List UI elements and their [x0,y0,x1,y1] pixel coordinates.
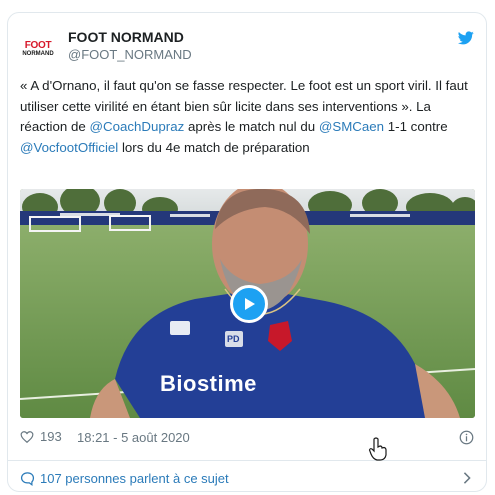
like-count: 193 [40,429,62,444]
like-button[interactable]: 193 [20,429,62,444]
twitter-bird-icon[interactable] [458,31,474,45]
heart-icon [20,430,34,443]
tweet-timestamp[interactable]: 18:21 - 5 août 2020 [77,430,190,445]
tweet-card: FOOT NORMAND FOOT NORMAND @FOOT_NORMAND … [7,12,487,492]
tweet-header: FOOT NORMAND FOOT NORMAND @FOOT_NORMAND [20,27,474,67]
tweet-text: « A d'Ornano, il faut qu'on se fasse res… [20,76,475,158]
tweet-footer: 193 18:21 - 5 août 2020 [20,428,474,448]
footer-divider [8,460,486,461]
play-icon [245,298,255,310]
video-player[interactable]: Biostime PD [20,189,475,418]
avatar-text-top: FOOT [24,39,52,51]
hand-cursor-icon [368,437,387,461]
display-name[interactable]: FOOT NORMAND [68,29,192,46]
info-icon[interactable] [459,430,474,445]
play-button[interactable] [230,285,268,323]
mention-link-coachdupraz[interactable]: @CoachDupraz [89,119,184,134]
avatar-text-bottom: NORMAND [22,50,54,57]
author-names[interactable]: FOOT NORMAND @FOOT_NORMAND [68,29,192,63]
conversation-link[interactable]: 107 personnes parlent à ce sujet [20,463,474,491]
tweet-text-part: après le match nul du [184,119,319,134]
jersey-initials: PD [227,334,240,344]
mention-link-vocfoot[interactable]: @VocfootOfficiel [20,140,118,155]
mention-link-smcaen[interactable]: @SMCaen [319,119,384,134]
speech-bubble-icon [20,472,35,486]
tweet-text-part: lors du 4e match de préparation [118,139,310,155]
account-handle[interactable]: @FOOT_NORMAND [68,46,192,63]
chevron-right-icon[interactable] [462,472,472,484]
avatar[interactable]: FOOT NORMAND [20,31,56,67]
jersey-sponsor-text: Biostime [160,371,257,396]
conversation-label[interactable]: 107 personnes parlent à ce sujet [40,471,229,486]
tweet-text-part: 1-1 contre [384,119,448,134]
